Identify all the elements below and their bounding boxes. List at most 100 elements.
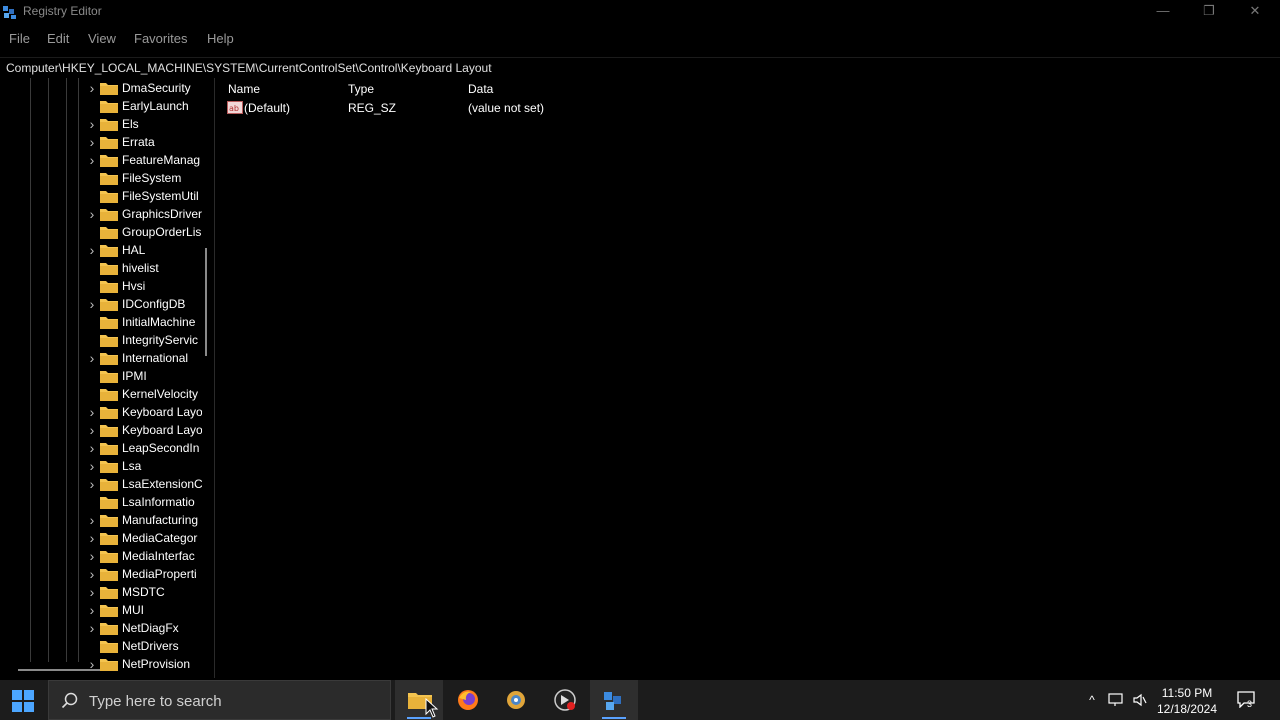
tree-item[interactable]: › FeatureManag: [86, 151, 206, 169]
menu-file[interactable]: File: [9, 31, 30, 46]
tree-item[interactable]: › Errata: [86, 133, 206, 151]
folder-icon: [100, 119, 118, 131]
tree-item[interactable]: › GraphicsDriver: [86, 205, 206, 223]
tree-item[interactable]: FileSystem: [86, 169, 206, 187]
column-header-name[interactable]: Name: [228, 82, 260, 96]
tree-item[interactable]: › IDConfigDB: [86, 295, 206, 313]
title-bar: Registry Editor — ❐ ✕: [0, 0, 1280, 24]
chevron-right-icon[interactable]: ›: [86, 459, 98, 473]
chevron-right-icon[interactable]: ›: [86, 405, 98, 419]
tree-item[interactable]: IntegrityServic: [86, 331, 206, 349]
taskbar-registry-editor[interactable]: [590, 680, 638, 720]
tree-item[interactable]: › LsaExtensionC: [86, 475, 206, 493]
column-header-type[interactable]: Type: [348, 82, 374, 96]
chevron-right-icon[interactable]: ›: [86, 135, 98, 149]
address-bar[interactable]: Computer\HKEY_LOCAL_MACHINE\SYSTEM\Curre…: [0, 57, 1280, 77]
chevron-right-icon[interactable]: ›: [86, 603, 98, 617]
taskbar-search-box[interactable]: Type here to search: [48, 680, 391, 720]
address-path[interactable]: Computer\HKEY_LOCAL_MACHINE\SYSTEM\Curre…: [6, 61, 492, 75]
tree-item[interactable]: LsaInformatio: [86, 493, 206, 511]
tree-item[interactable]: Hvsi: [86, 277, 206, 295]
menu-help[interactable]: Help: [207, 31, 234, 46]
close-button[interactable]: ✕: [1232, 0, 1278, 24]
chevron-right-icon[interactable]: ›: [86, 243, 98, 257]
chevron-right-icon[interactable]: ›: [86, 351, 98, 365]
menu-view[interactable]: View: [88, 31, 116, 46]
tree-item[interactable]: GroupOrderLis: [86, 223, 206, 241]
chevron-right-icon[interactable]: ›: [86, 81, 98, 95]
chevron-right-icon[interactable]: ›: [86, 297, 98, 311]
menu-edit[interactable]: Edit: [47, 31, 69, 46]
tree-item[interactable]: NetDrivers: [86, 637, 206, 655]
tree-item-label: International: [122, 351, 189, 365]
chevron-right-icon[interactable]: ›: [86, 477, 98, 491]
tree-item[interactable]: › HAL: [86, 241, 206, 259]
folder-icon: [100, 191, 118, 203]
folder-icon: [100, 263, 118, 275]
tree-item[interactable]: › LeapSecondIn: [86, 439, 206, 457]
chevron-right-icon[interactable]: ›: [86, 621, 98, 635]
tree-guide-line: [66, 78, 67, 662]
tree-item[interactable]: IPMI: [86, 367, 206, 385]
menu-favorites[interactable]: Favorites: [134, 31, 187, 46]
tree-item[interactable]: › Keyboard Layo: [86, 403, 206, 421]
chevron-right-icon[interactable]: ›: [86, 549, 98, 563]
tree-item[interactable]: › MediaInterfac: [86, 547, 206, 565]
folder-icon: [100, 317, 118, 329]
taskbar-firefox[interactable]: [444, 680, 492, 720]
tree-item[interactable]: InitialMachine: [86, 313, 206, 331]
tree-item[interactable]: › Keyboard Layo: [86, 421, 206, 439]
chevron-right-icon[interactable]: ›: [86, 513, 98, 527]
tree-item[interactable]: › Lsa: [86, 457, 206, 475]
key-tree-pane[interactable]: › DmaSecurity EarlyLaunch › Els › Errata › Featu…: [0, 78, 215, 678]
tree-item[interactable]: › MUI: [86, 601, 206, 619]
notification-center-button[interactable]: 3: [1236, 690, 1258, 710]
tree-item[interactable]: › MediaCategor: [86, 529, 206, 547]
tree-item[interactable]: hivelist: [86, 259, 206, 277]
network-icon[interactable]: [1108, 692, 1124, 708]
chevron-right-icon[interactable]: ›: [86, 585, 98, 599]
chevron-right-icon[interactable]: ›: [86, 657, 98, 671]
tree-item[interactable]: › NetDiagFx: [86, 619, 206, 637]
tree-item[interactable]: › Manufacturing: [86, 511, 206, 529]
show-hidden-icons-chevron-icon[interactable]: ^: [1084, 692, 1100, 708]
minimize-button[interactable]: —: [1140, 0, 1186, 24]
chevron-right-icon[interactable]: ›: [86, 117, 98, 131]
chevron-right-icon[interactable]: ›: [86, 441, 98, 455]
tree-item[interactable]: › NetProvision: [86, 655, 206, 673]
tree-item-label: Manufacturing: [122, 513, 199, 527]
tree-item[interactable]: › Els: [86, 115, 206, 133]
folder-icon: [100, 659, 118, 671]
tree-item-label: Els: [122, 117, 139, 131]
tree-item-label: Keyboard Layo: [122, 423, 202, 437]
tree-item[interactable]: › MSDTC: [86, 583, 206, 601]
tree-item-label: MediaCategor: [122, 531, 198, 545]
volume-icon[interactable]: [1132, 692, 1148, 708]
tree-item-label: EarlyLaunch: [122, 99, 189, 113]
tree-item[interactable]: FileSystemUtil: [86, 187, 206, 205]
tree-item-label: IPMI: [122, 369, 147, 383]
tree-item[interactable]: EarlyLaunch: [86, 97, 206, 115]
chevron-right-icon[interactable]: ›: [86, 531, 98, 545]
taskbar-screen-recorder[interactable]: [541, 680, 589, 720]
system-clock[interactable]: 11:50 PM 12/18/2024: [1152, 685, 1222, 717]
chevron-right-icon[interactable]: ›: [86, 153, 98, 167]
folder-icon: [100, 101, 118, 113]
folder-icon: [100, 515, 118, 527]
chevron-right-icon[interactable]: ›: [86, 207, 98, 221]
tree-item[interactable]: KernelVelocity: [86, 385, 206, 403]
chevron-right-icon[interactable]: ›: [86, 423, 98, 437]
tree-item[interactable]: › DmaSecurity: [86, 79, 206, 97]
maximize-button[interactable]: ❐: [1186, 0, 1232, 24]
tree-item-label: NetDiagFx: [122, 621, 179, 635]
values-pane[interactable]: Name Type Data ab (Default) REG_SZ (valu…: [220, 78, 1280, 678]
value-row[interactable]: ab (Default) REG_SZ (value not set): [220, 99, 820, 117]
tree-item[interactable]: › International: [86, 349, 206, 367]
chevron-right-icon[interactable]: ›: [86, 567, 98, 581]
taskbar-settings[interactable]: [492, 680, 540, 720]
windows-start-icon[interactable]: [12, 690, 34, 712]
column-header-data[interactable]: Data: [468, 82, 493, 96]
tree-item-label: GraphicsDriver: [122, 207, 202, 221]
tree-item[interactable]: › MediaProperti: [86, 565, 206, 583]
folder-icon: [100, 533, 118, 545]
